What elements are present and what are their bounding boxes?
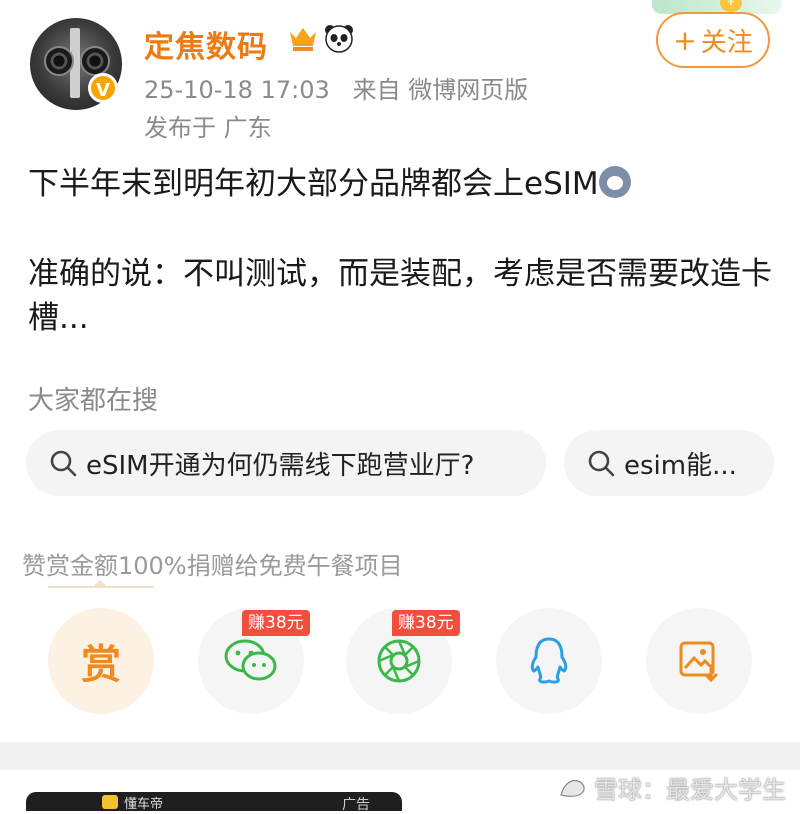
ad-brand: 懂车帝	[124, 797, 164, 812]
brand-logo-icon	[102, 795, 118, 809]
verified-badge: V	[88, 73, 118, 103]
panda-badge-icon	[325, 25, 353, 53]
husky-emoji-icon	[598, 166, 631, 198]
save-image-button[interactable]	[646, 608, 752, 714]
qq-icon	[530, 637, 568, 684]
share-reward-tag: 赚38元	[242, 610, 310, 636]
search-icon	[50, 450, 77, 477]
ad-banner[interactable]: 懂车帝 广告	[26, 792, 402, 813]
share-qq-button[interactable]	[496, 608, 602, 714]
watermark-text: 雪球：最爱大学生	[594, 776, 786, 804]
search-icon	[588, 450, 615, 477]
reward-button-label: 赏	[81, 642, 121, 688]
post-timestamp: 25-10-18 17:03	[144, 76, 330, 104]
reward-pointer	[92, 580, 108, 588]
lens-icon	[44, 46, 74, 76]
search-chip-label: eSIM开通为何仍需线下跑营业厅?	[86, 450, 475, 481]
author-name[interactable]: 定焦数码	[144, 22, 268, 66]
coin-icon: ¥	[720, 0, 742, 12]
follow-label: 关注	[700, 27, 753, 58]
reward-button[interactable]: 赏	[48, 608, 154, 714]
follow-button[interactable]: + 关注	[656, 12, 770, 68]
moments-icon	[377, 639, 421, 683]
share-reward-tag: 赚38元	[392, 610, 460, 636]
snowball-logo-icon	[560, 779, 585, 797]
ad-label: 广告	[342, 797, 370, 813]
plus-icon: +	[673, 23, 697, 57]
search-chip[interactable]: esim能...	[564, 430, 774, 496]
post-text: 下半年末到明年初大部分品牌都会上eSIM	[28, 166, 599, 202]
search-chip-label: esim能...	[624, 450, 737, 481]
watermark: 雪球：最爱大学生	[558, 770, 786, 805]
trending-search-label: 大家都在搜	[28, 386, 159, 416]
save-image-icon	[679, 641, 718, 683]
post-text-line-1: 下半年末到明年初大部分品牌都会上eSIM	[28, 162, 788, 206]
crown-badge-icon	[290, 28, 316, 51]
section-divider	[0, 742, 800, 770]
search-chip[interactable]: eSIM开通为何仍需线下跑营业厅?	[26, 430, 546, 496]
post-meta: 25-10-18 17:03 来自 微博网页版	[144, 70, 528, 105]
wechat-icon	[224, 639, 277, 681]
post-source: 来自 微博网页版	[352, 76, 529, 104]
reward-label: 赞赏金额100%捐赠给免费午餐项目	[22, 552, 403, 580]
post-location: 发布于 广东	[144, 114, 272, 142]
post-text-line-2: 准确的说：不叫测试，而是装配，考虑是否需要改造卡槽...	[28, 256, 772, 336]
lens-icon	[80, 46, 110, 76]
